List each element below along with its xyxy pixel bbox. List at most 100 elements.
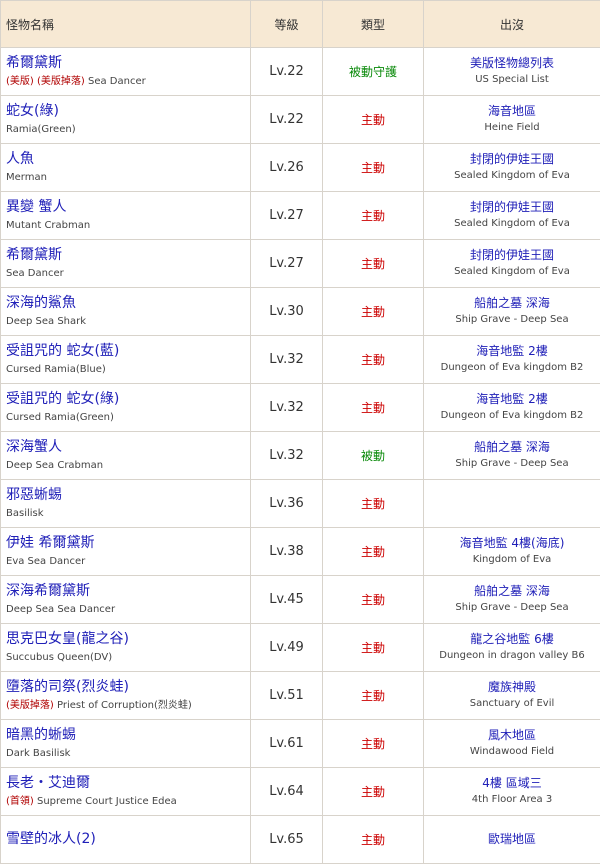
monster-name-link[interactable]: 深海蟹人 (6, 439, 250, 456)
table-row: 人魚 Merman Lv.26 主動 封閉的伊娃王國Sealed Kingdom… (1, 144, 600, 192)
monster-type: 主動 (323, 336, 424, 384)
header-location[interactable]: 出沒 (424, 1, 600, 48)
monster-name-link[interactable]: 希爾黛斯 (6, 55, 250, 72)
location-link[interactable]: 海音地監 2樓 (424, 392, 600, 407)
monster-location-cell: 海音地監 2樓 Dungeon of Eva kingdom B2 (424, 384, 600, 432)
monster-name-cell: 異變 蟹人 Mutant Crabman (1, 192, 251, 240)
table-row: 墮落的司祭(烈炎蛙) (美版掉落) Priest of Corruption(烈… (1, 672, 600, 720)
monster-level: Lv.65 (251, 816, 323, 864)
monster-type: 主動 (323, 672, 424, 720)
monster-type: 被動 (323, 432, 424, 480)
location-en: Dungeon of Eva kingdom B2 (424, 409, 600, 423)
monster-name-link[interactable]: 長老・艾迪爾 (6, 775, 250, 792)
monster-level: Lv.32 (251, 432, 323, 480)
monster-name-en: Ramia(Green) (6, 124, 76, 135)
header-row: 怪物名稱 等級 類型 出沒 (1, 1, 600, 48)
monster-name-cell: 墮落的司祭(烈炎蛙) (美版掉落) Priest of Corruption(烈… (1, 672, 251, 720)
location-link[interactable]: 船舶之墓 深海 (424, 440, 600, 455)
monster-location-cell: 風木地區 Windawood Field (424, 720, 600, 768)
monster-type: 主動 (323, 480, 424, 528)
monster-subline: (美版) (美版掉落) Sea Dancer (6, 75, 250, 89)
monster-level: Lv.22 (251, 48, 323, 96)
header-level[interactable]: 等級 (251, 1, 323, 48)
monster-name-link[interactable]: 墮落的司祭(烈炎蛙) (6, 679, 250, 696)
location-link[interactable]: 船舶之墓 深海 (424, 584, 600, 599)
monster-type: 主動 (323, 624, 424, 672)
monster-subline: Ramia(Green) (6, 123, 250, 137)
monster-name-en: Supreme Court Justice Edea (37, 796, 177, 807)
monster-name-link[interactable]: 暗黑的蜥蜴 (6, 727, 250, 744)
table-row: 異變 蟹人 Mutant Crabman Lv.27 主動 封閉的伊娃王國Sea… (1, 192, 600, 240)
monster-level: Lv.26 (251, 144, 323, 192)
monster-name-link[interactable]: 異變 蟹人 (6, 199, 250, 216)
monster-name-en: Basilisk (6, 508, 44, 519)
monster-name-cell: 希爾黛斯 (美版) (美版掉落) Sea Dancer (1, 48, 251, 96)
table-row: 蛇女(綠) Ramia(Green) Lv.22 主動 海音地區Heine Fi… (1, 96, 600, 144)
monster-type: 主動 (323, 192, 424, 240)
monster-level: Lv.61 (251, 720, 323, 768)
monster-name-cell: 深海的鯊魚 Deep Sea Shark (1, 288, 251, 336)
monster-name-link[interactable]: 邪惡蜥蜴 (6, 487, 250, 504)
monster-level: Lv.30 (251, 288, 323, 336)
header-type[interactable]: 類型 (323, 1, 424, 48)
header-name[interactable]: 怪物名稱 (1, 1, 251, 48)
monster-name-link[interactable]: 思克巴女皇(龍之谷) (6, 631, 250, 648)
monster-type: 主動 (323, 816, 424, 864)
monster-name-cell: 暗黑的蜥蜴 Dark Basilisk (1, 720, 251, 768)
monster-name-en: Mutant Crabman (6, 220, 90, 231)
table-row: 深海的鯊魚 Deep Sea Shark Lv.30 主動 船舶之墓 深海Shi… (1, 288, 600, 336)
location-link[interactable]: 歐瑞地區 (424, 832, 600, 847)
table-row: 受詛咒的 蛇女(綠) Cursed Ramia(Green) Lv.32 主動 … (1, 384, 600, 432)
monster-name-link[interactable]: 伊娃 希爾黛斯 (6, 535, 250, 552)
monster-name-link[interactable]: 蛇女(綠) (6, 103, 250, 120)
location-en: Windawood Field (424, 745, 600, 759)
location-link[interactable]: 海音地區 (424, 104, 600, 119)
monster-name-cell: 長老・艾迪爾 (首領) Supreme Court Justice Edea (1, 768, 251, 816)
monster-subline: (美版掉落) Priest of Corruption(烈炎蛙) (6, 699, 250, 713)
monster-level: Lv.27 (251, 240, 323, 288)
monster-tag: (美版掉落) (37, 76, 85, 87)
location-link[interactable]: 魔族神殿 (424, 680, 600, 695)
monster-level: Lv.32 (251, 384, 323, 432)
location-link[interactable]: 海音地監 2樓 (424, 344, 600, 359)
monster-name-cell: 思克巴女皇(龍之谷) Succubus Queen(DV) (1, 624, 251, 672)
location-en: Sanctuary of Evil (424, 697, 600, 711)
monster-name-link[interactable]: 深海希爾黛斯 (6, 583, 250, 600)
location-link[interactable]: 4樓 區域三 (424, 776, 600, 791)
monster-subline: (首領) Supreme Court Justice Edea (6, 795, 250, 809)
monster-name-link[interactable]: 人魚 (6, 151, 250, 168)
monster-name-cell: 受詛咒的 蛇女(藍) Cursed Ramia(Blue) (1, 336, 251, 384)
monster-location-cell: 封閉的伊娃王國Sealed Kingdom of Eva (424, 192, 600, 240)
location-link[interactable]: 海音地監 4樓(海底) (424, 536, 600, 551)
monster-location-cell: 船舶之墓 深海Ship Grave - Deep Sea (424, 288, 600, 336)
location-link[interactable]: 風木地區 (424, 728, 600, 743)
monster-name-cell: 深海希爾黛斯 Deep Sea Sea Dancer (1, 576, 251, 624)
monster-name-cell: 受詛咒的 蛇女(綠) Cursed Ramia(Green) (1, 384, 251, 432)
location-link[interactable]: 封閉的伊娃王國 (424, 152, 600, 167)
location-en: Ship Grave - Deep Sea (424, 601, 600, 615)
table-row: 長老・艾迪爾 (首領) Supreme Court Justice Edea L… (1, 768, 600, 816)
monster-name-link[interactable]: 受詛咒的 蛇女(藍) (6, 343, 250, 360)
location-link[interactable]: 美版怪物總列表 (424, 56, 600, 71)
location-link[interactable]: 封閉的伊娃王國 (424, 200, 600, 215)
monster-name-link[interactable]: 雪壁的冰人(2) (6, 831, 250, 848)
location-link[interactable]: 龍之谷地監 6樓 (424, 632, 600, 647)
location-link[interactable]: 船舶之墓 深海 (424, 296, 600, 311)
monster-name-link[interactable]: 希爾黛斯 (6, 247, 250, 264)
monster-name-link[interactable]: 深海的鯊魚 (6, 295, 250, 312)
monster-level: Lv.22 (251, 96, 323, 144)
monster-type: 主動 (323, 384, 424, 432)
location-en: Ship Grave - Deep Sea (424, 457, 600, 471)
location-en: Sealed Kingdom of Eva (424, 169, 600, 183)
monster-tag: (美版) (6, 76, 34, 87)
monster-name-link[interactable]: 受詛咒的 蛇女(綠) (6, 391, 250, 408)
monster-level: Lv.32 (251, 336, 323, 384)
monster-type: 主動 (323, 720, 424, 768)
monster-table: 怪物名稱 等級 類型 出沒 希爾黛斯 (美版) (美版掉落) Sea Dance… (0, 0, 600, 864)
monster-name-en: Dark Basilisk (6, 748, 70, 759)
location-link[interactable]: 封閉的伊娃王國 (424, 248, 600, 263)
monster-name-en: Eva Sea Dancer (6, 556, 85, 567)
monster-location-cell (424, 480, 600, 528)
monster-type: 主動 (323, 528, 424, 576)
table-row: 希爾黛斯 Sea Dancer Lv.27 主動 封閉的伊娃王國Sealed K… (1, 240, 600, 288)
